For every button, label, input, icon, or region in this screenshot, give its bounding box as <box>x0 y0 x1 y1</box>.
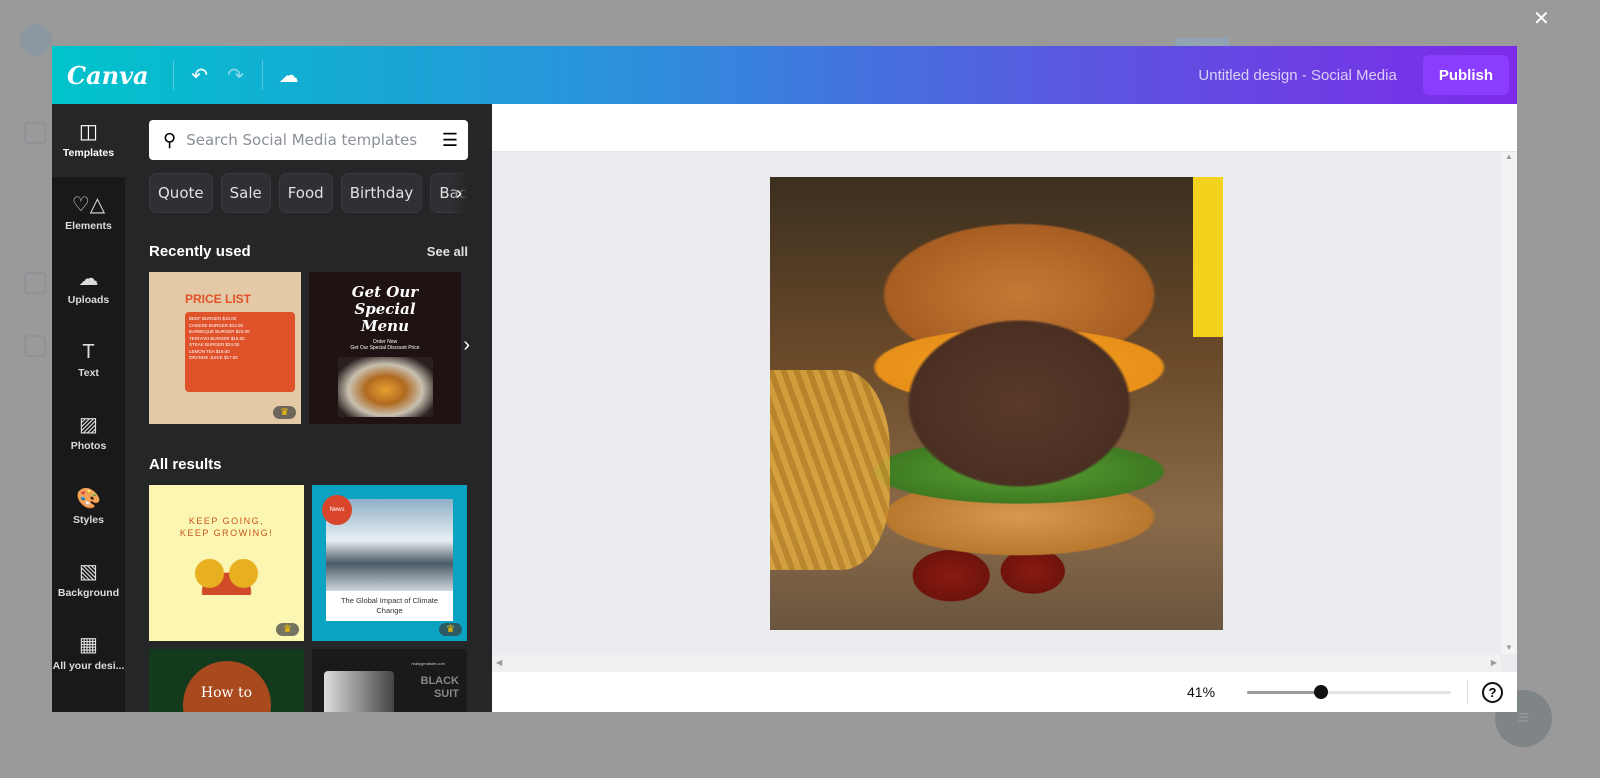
background-nav-icon <box>24 335 46 357</box>
vertical-scrollbar[interactable]: ▲ ▼ <box>1501 152 1517 654</box>
burger-design-canvas[interactable] <box>770 177 1223 630</box>
all-results: KEEP GOING, KEEP GROWING! ♛ The Global I… <box>149 485 468 712</box>
canvas-workspace: ▲ ▼ ◀ ▶ <box>492 152 1517 672</box>
horizontal-scrollbar[interactable]: ◀ ▶ <box>492 654 1501 672</box>
chip-birthday[interactable]: Birthday <box>340 173 423 213</box>
recent-templates: PRICE LIST BEEF BURGER $15.00 CHEESE BURG… <box>149 272 470 424</box>
burger-photo <box>337 357 433 417</box>
rail-label: Photos <box>70 440 107 453</box>
cloud-saved-icon[interactable]: ☁ <box>271 57 307 93</box>
chip-quote[interactable]: Quote <box>149 173 213 213</box>
rail-item-templates[interactable]: ◫ Templates <box>52 104 125 178</box>
template-special-menu[interactable]: Get Our Special Menu Order Now Get Our S… <box>309 272 461 424</box>
redo-icon[interactable]: ↷ <box>218 57 254 93</box>
template-text: BLACK SUIT <box>420 675 460 700</box>
rail-label: Uploads <box>67 293 110 306</box>
chevron-right-icon[interactable]: › <box>463 334 470 357</box>
photo-icon: ▨ <box>79 414 98 437</box>
section-title: Recently used <box>149 243 251 260</box>
canva-logo[interactable]: Canva <box>67 61 149 90</box>
section-title: All results <box>149 456 222 473</box>
mustard-bottle-shape <box>1193 177 1223 337</box>
grid-icon: ▦ <box>79 634 98 657</box>
close-modal-button[interactable]: ✕ <box>1533 6 1550 31</box>
premium-crown-icon: ♛ <box>276 623 299 636</box>
rail-item-uploads[interactable]: ☁ Uploads <box>52 251 125 324</box>
rail-label: Background <box>57 586 120 599</box>
search-input[interactable] <box>186 131 432 149</box>
suit-photo <box>324 671 394 712</box>
premium-crown-icon: ♛ <box>439 623 462 636</box>
rail-item-text[interactable]: T Text <box>52 324 125 397</box>
template-climate-change[interactable]: The Global Impact of Climate Change News… <box>312 485 467 641</box>
background-logo <box>20 24 52 56</box>
template-subtitle: Get Our Special Discount Price <box>350 345 420 351</box>
zoom-slider-fill <box>1247 690 1321 694</box>
chevron-right-icon[interactable]: › <box>450 173 468 213</box>
rail-item-background[interactable]: ▧ Background <box>52 544 125 617</box>
template-search[interactable]: ⚲ ☰ <box>149 120 468 160</box>
premium-crown-icon: ♛ <box>273 406 296 419</box>
zoom-slider-handle[interactable] <box>1313 684 1328 699</box>
category-chips: Quote Sale Food Birthday Back t › <box>149 173 468 213</box>
templates-panel: ⚲ ☰ Quote Sale Food Birthday Back t › Re… <box>125 104 492 712</box>
rail-label: Elements <box>65 220 112 233</box>
template-price-list[interactable]: PRICE LIST BEEF BURGER $15.00 CHEESE BURG… <box>149 272 301 424</box>
publish-button[interactable]: Publish <box>1422 55 1509 95</box>
chip-sale[interactable]: Sale <box>220 173 271 213</box>
template-text: The Global Impact of Climate Change <box>326 591 453 621</box>
rail-item-styles[interactable]: 🎨 Styles <box>52 470 125 543</box>
template-site: reallygreatsite.com <box>411 661 445 666</box>
editor-header: Canva ↶ ↷ ☁ Untitled design - Social Med… <box>52 46 1517 104</box>
design-title[interactable]: Untitled design - Social Media <box>1198 67 1396 84</box>
rail-item-photos[interactable]: ▨ Photos <box>52 397 125 470</box>
background-nav-icon <box>24 272 46 294</box>
text-icon: T <box>82 341 95 364</box>
canva-editor-modal: Canva ↶ ↷ ☁ Untitled design - Social Med… <box>52 46 1517 712</box>
zoom-slider[interactable] <box>1247 684 1451 699</box>
elements-icon: ♡△ <box>71 194 106 217</box>
circle-shape: How to <box>182 661 271 712</box>
filter-sliders-icon[interactable]: ☰ <box>442 130 458 151</box>
side-rail: ◫ Templates ♡△ Elements ☁ Uploads T Text ▨ Ph… <box>52 104 125 712</box>
template-title: PRICE LIST <box>185 292 252 306</box>
canvas-footer: 41% ? <box>492 672 1517 712</box>
template-how-to[interactable]: How to <box>149 649 304 712</box>
palette-icon: 🎨 <box>76 487 101 510</box>
upload-cloud-icon: ☁ <box>78 267 99 290</box>
news-badge: News <box>322 495 352 525</box>
undo-icon[interactable]: ↶ <box>182 57 218 93</box>
canvas-toolbar <box>492 104 1517 152</box>
rail-label: Templates <box>62 147 115 160</box>
background-nav-icon <box>24 122 46 144</box>
help-icon[interactable]: ? <box>1482 681 1503 703</box>
fries-shape <box>770 370 890 570</box>
divider <box>261 60 263 90</box>
rail-label: Styles <box>73 513 104 526</box>
template-text: KEEP GOING, KEEP GROWING! <box>179 516 274 538</box>
search-icon: ⚲ <box>163 129 177 150</box>
divider <box>172 60 174 90</box>
rail-item-all-designs[interactable]: ▦ All your desi... <box>52 617 125 690</box>
divider <box>1467 680 1468 704</box>
rail-label: All your desi... <box>52 660 125 673</box>
template-black-suit[interactable]: reallygreatsite.com BLACK SUIT <box>312 649 467 712</box>
rail-label: Text <box>78 367 99 380</box>
rail-item-elements[interactable]: ♡△ Elements <box>52 177 125 250</box>
template-title: Get Our Special Menu <box>351 283 419 335</box>
background-hatch-icon: ▧ <box>79 560 98 583</box>
onion-illustration <box>184 559 269 595</box>
price-item: ORANGE JUICE $17.00 <box>189 355 238 360</box>
templates-icon: ◫ <box>79 121 98 144</box>
zoom-level[interactable]: 41% <box>1187 684 1215 700</box>
template-keep-going[interactable]: KEEP GOING, KEEP GROWING! ♛ <box>149 485 304 641</box>
see-all-link[interactable]: See all <box>427 244 468 259</box>
chip-food[interactable]: Food <box>278 173 333 213</box>
price-box: BEEF BURGER $15.00 CHEESE BURGER $14.00 BA… <box>185 312 295 392</box>
